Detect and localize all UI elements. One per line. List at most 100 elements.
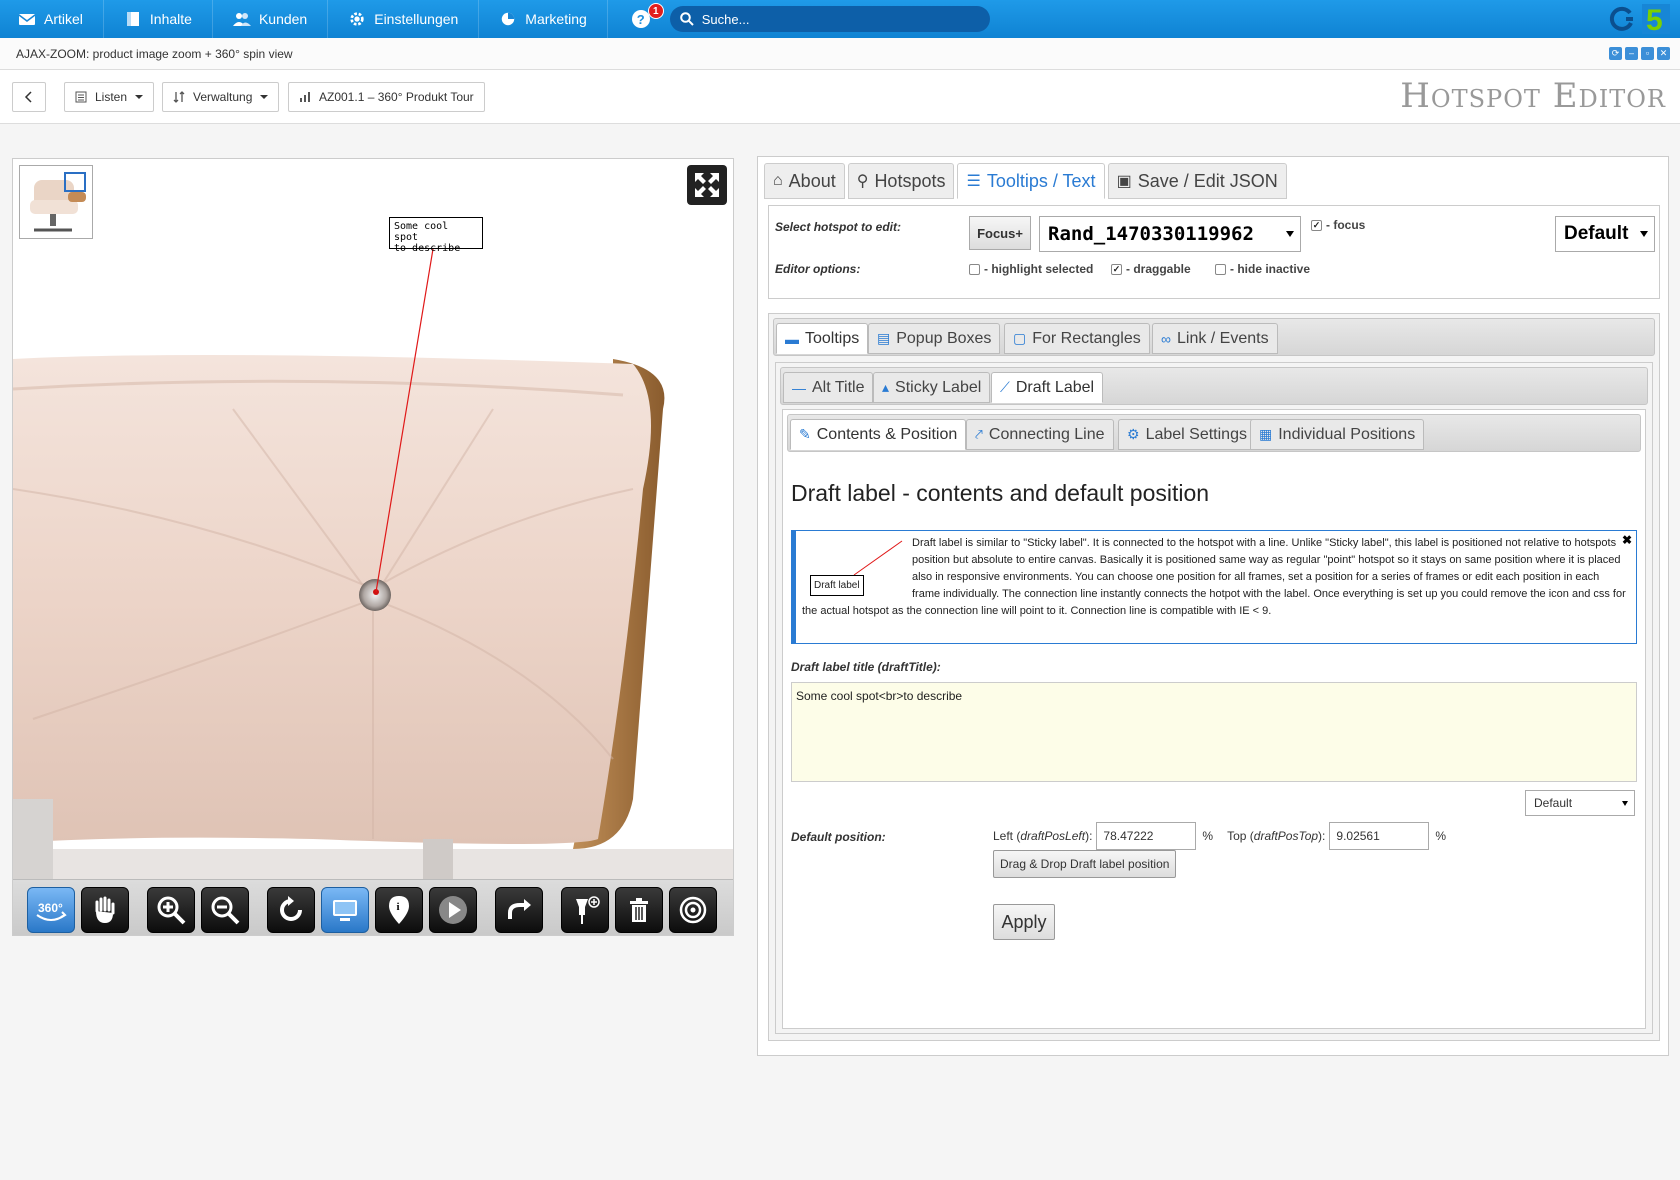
drag-drop-position-button[interactable]: Drag & Drop Draft label position — [993, 850, 1177, 878]
nav-item-inhalte[interactable]: Inhalte — [104, 0, 213, 38]
nav-item-einstellungen[interactable]: Einstellungen — [328, 0, 480, 38]
admin-label: Verwaltung — [193, 90, 253, 104]
users-icon — [232, 13, 251, 26]
redo-button[interactable] — [495, 887, 543, 933]
target-icon — [679, 896, 707, 924]
focus-plus-button[interactable]: Focus+ — [969, 216, 1031, 250]
tab-tooltips-text[interactable]: ☰ Tooltips / Text — [957, 163, 1105, 199]
tab-label: Tooltips — [805, 329, 860, 347]
tab-for-rectangles[interactable]: ▢ For Rectangles — [1004, 323, 1150, 354]
hotspot-editor-panel: ⌂ About ⚲ Hotspots ☰ Tooltips / Text ▣ S… — [757, 156, 1669, 1056]
focus-checkbox[interactable]: ✓ - focus — [1311, 218, 1365, 232]
pie-chart-icon — [502, 12, 515, 26]
left-label-prefix: Left ( — [993, 829, 1021, 843]
maximize-window-icon[interactable]: ▫ — [1641, 47, 1654, 60]
tab-popup-boxes[interactable]: ▤ Popup Boxes — [868, 323, 1001, 354]
focus-checkbox-text: - focus — [1326, 218, 1366, 232]
draft-label-tabs: ✎ Contents & Position ⤤ Connecting Line … — [787, 414, 1641, 452]
thumbnail[interactable] — [19, 165, 93, 239]
tab-label-settings[interactable]: ⚙ Label Settings — [1118, 419, 1256, 450]
play-button[interactable] — [429, 887, 477, 933]
monitor-icon — [333, 900, 357, 921]
zoom-in-button[interactable] — [147, 887, 195, 933]
checkbox-unchecked-icon[interactable] — [1215, 263, 1226, 275]
refresh-window-icon[interactable]: ⟳ — [1609, 47, 1622, 60]
chair-product-image[interactable] — [13, 159, 734, 879]
highlight-label: - highlight selected — [984, 262, 1094, 276]
window-title: AJAX-ZOOM: product image zoom + 360° spi… — [16, 46, 293, 61]
zoom-out-button[interactable] — [201, 887, 249, 933]
line-icon: ⤤ — [975, 426, 983, 442]
help-button[interactable]: ? 1 — [608, 0, 664, 38]
default-position-label: Default position: — [791, 830, 886, 844]
search-box[interactable] — [669, 6, 990, 32]
nav-item-marketing[interactable]: Marketing — [479, 0, 608, 38]
product-tour-button[interactable]: AZ001.1 – 360° Produkt Tour — [288, 82, 485, 112]
add-hotspot-button[interactable] — [561, 887, 609, 933]
list-icon: ☰ — [966, 173, 981, 190]
close-window-icon[interactable]: ✕ — [1657, 47, 1670, 60]
tab-draft-label[interactable]: ⟋ Draft Label — [991, 372, 1104, 403]
back-button[interactable] — [12, 82, 46, 112]
top-position-input[interactable]: 9.02561 — [1329, 822, 1430, 850]
draggable-checkbox[interactable]: ✓ - draggable — [1111, 262, 1191, 276]
lists-dropdown[interactable]: Listen — [64, 82, 155, 112]
tab-tooltips[interactable]: ▬ Tooltips — [776, 323, 869, 354]
caret-down-icon — [1622, 801, 1628, 806]
reset-button[interactable] — [267, 887, 315, 933]
target-button[interactable] — [669, 887, 717, 933]
brand-area: 5 — [1606, 4, 1670, 34]
draft-title-textarea[interactable]: Some cool spot<br>to describe — [791, 682, 1637, 782]
hand-icon — [95, 896, 115, 923]
draft-label-preview[interactable]: Some cool spot to describe — [389, 217, 483, 254]
shopware-logo-icon: 5 — [1642, 4, 1670, 34]
checkbox-unchecked-icon[interactable] — [969, 263, 980, 275]
search-input[interactable] — [701, 11, 972, 27]
tab-individual-positions[interactable]: ▦ Individual Positions — [1250, 419, 1425, 450]
checkbox-checked-icon[interactable]: ✓ — [1311, 219, 1322, 231]
tab-contents-position[interactable]: ✎ Contents & Position — [790, 419, 967, 450]
tab-label: Connecting Line — [988, 425, 1105, 443]
minimize-window-icon[interactable]: – — [1625, 47, 1638, 60]
hide-inactive-checkbox[interactable]: - hide inactive — [1215, 262, 1310, 276]
tab-hotspots[interactable]: ⚲ Hotspots — [847, 163, 955, 199]
comment-icon: ▬ — [785, 330, 799, 347]
save-icon: ▣ — [1116, 173, 1132, 190]
info-marker-button[interactable]: i — [375, 887, 423, 933]
window-titlebar: AJAX-ZOOM: product image zoom + 360° spi… — [0, 38, 1680, 70]
nav-label: Kunden — [258, 11, 308, 27]
fullscreen-button[interactable] — [687, 165, 727, 205]
tab-sticky-label[interactable]: ▴ Sticky Label — [873, 372, 991, 403]
checkbox-checked-icon[interactable]: ✓ — [1111, 263, 1122, 275]
nav-item-artikel[interactable]: Artikel — [0, 0, 104, 38]
user-icon: ▴ — [882, 379, 890, 395]
tab-link-events[interactable]: ∞ Link / Events — [1152, 323, 1278, 354]
close-info-icon[interactable]: ✖ — [1622, 532, 1632, 549]
hotspot-marker[interactable] — [359, 579, 391, 611]
redo-icon — [508, 899, 531, 919]
delete-button[interactable] — [615, 887, 663, 933]
tab-label: Link / Events — [1176, 329, 1269, 347]
tab-connecting-line[interactable]: ⤤ Connecting Line — [966, 419, 1114, 450]
highlight-selected-checkbox[interactable]: - highlight selected — [969, 262, 1093, 276]
product-label: AZ001.1 – 360° Produkt Tour — [319, 90, 474, 104]
left-position-input[interactable]: 78.47222 — [1096, 822, 1197, 850]
tab-about[interactable]: ⌂ About — [764, 163, 845, 199]
top-navigation: Artikel Inhalte Kunden Einstellungen Mar… — [0, 0, 1680, 38]
question-icon: ? — [631, 10, 650, 28]
main-tabs: ⌂ About ⚲ Hotspots ☰ Tooltips / Text ▣ S… — [764, 163, 1287, 199]
nav-item-kunden[interactable]: Kunden — [213, 0, 329, 38]
hotspot-select[interactable]: Rand_1470330119962 — [1039, 216, 1301, 252]
hotspot-mode-button[interactable] — [321, 887, 369, 933]
position-preset-select[interactable]: Default — [1525, 790, 1635, 816]
tab-save-edit-json[interactable]: ▣ Save / Edit JSON — [1107, 163, 1287, 199]
admin-dropdown[interactable]: Verwaltung — [162, 82, 280, 112]
minus-icon: — — [792, 379, 806, 396]
apply-button[interactable]: Apply — [993, 904, 1055, 940]
default-select[interactable]: Default — [1555, 216, 1655, 252]
image-viewer[interactable]: Some cool spot to describe 360° i — [12, 158, 734, 936]
pan-button[interactable] — [81, 887, 129, 933]
tab-alt-title[interactable]: — Alt Title — [783, 372, 874, 403]
refresh-logo-icon[interactable] — [1606, 5, 1636, 33]
spin-360-button[interactable]: 360° — [27, 887, 75, 933]
